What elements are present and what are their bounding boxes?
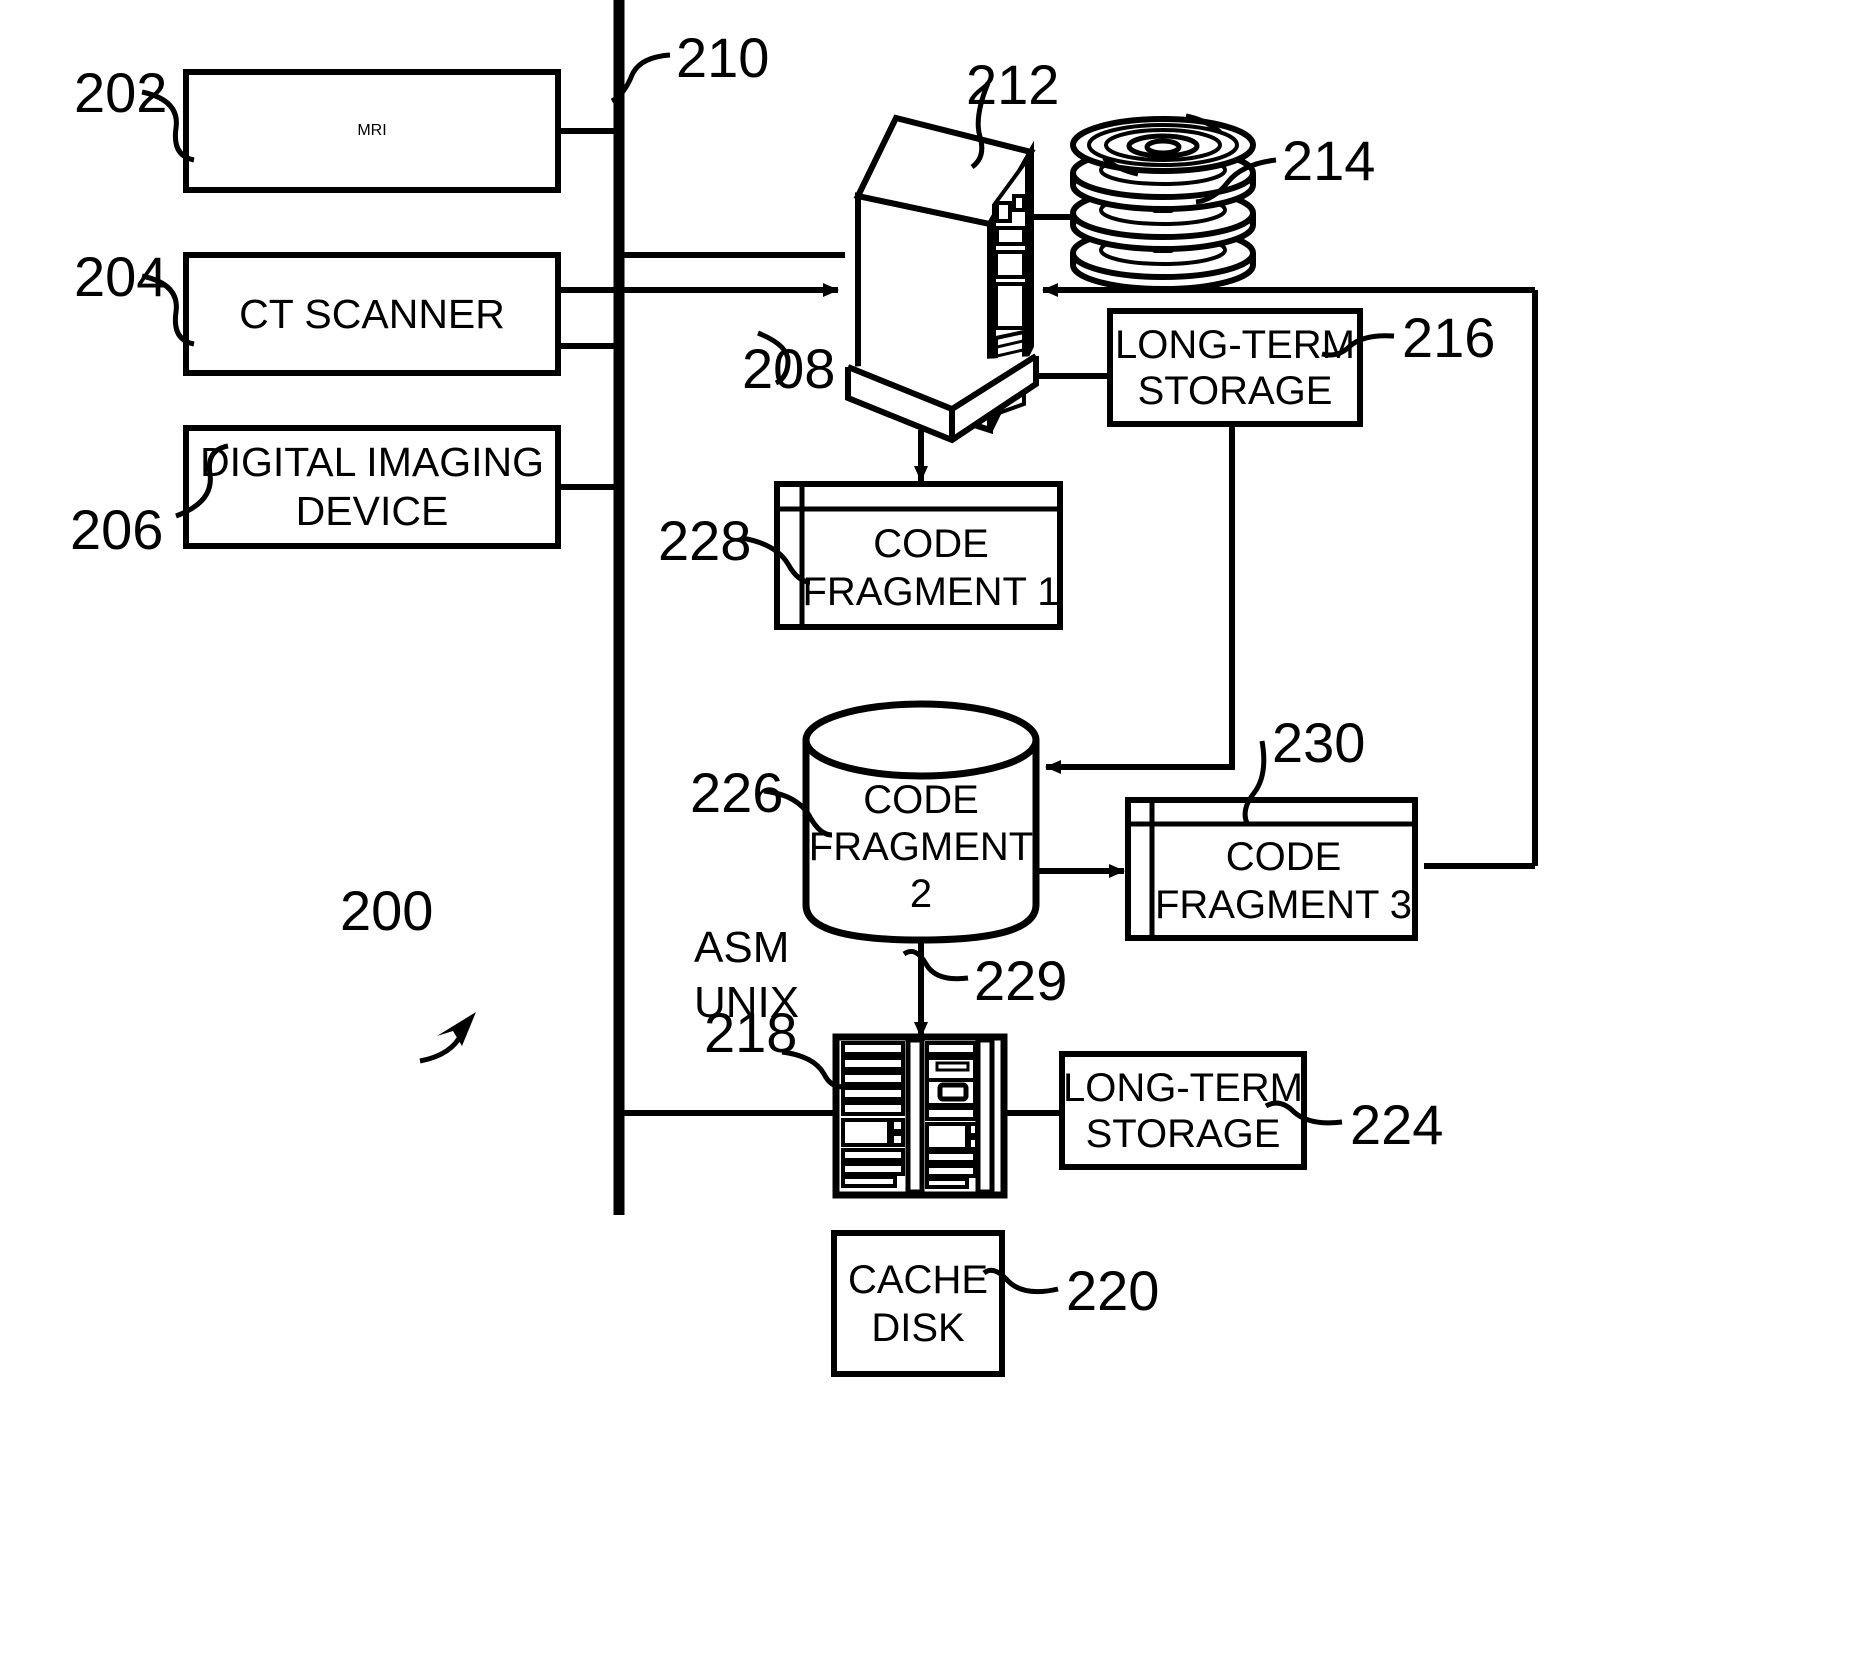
cf3-line1: CODE bbox=[1225, 835, 1342, 879]
cf3-line2: FRAGMENT 3 bbox=[1154, 883, 1413, 927]
ref-204: 204 bbox=[74, 245, 168, 308]
cache-disk-line2: DISK bbox=[871, 1305, 965, 1350]
rack-os-line1: ASM bbox=[694, 923, 790, 972]
ref-216: 216 bbox=[1402, 306, 1496, 369]
long-term-storage-top-label: LONG-TERM STORAGE bbox=[1110, 311, 1360, 424]
lts-top-line2: STORAGE bbox=[1137, 368, 1333, 413]
cf2-line2: FRAGMENT bbox=[808, 824, 1034, 869]
ct-scanner-label: CT SCANNER bbox=[239, 290, 505, 337]
digital-imaging-device-label-line1: DIGITAL IMAGING bbox=[200, 438, 544, 485]
lts-top-line1: LONG-TERM bbox=[1115, 322, 1355, 367]
lts-bottom-line2: STORAGE bbox=[1085, 1111, 1281, 1156]
ref-214: 214 bbox=[1282, 129, 1376, 192]
ref-220: 220 bbox=[1066, 1259, 1160, 1322]
ref-229: 229 bbox=[974, 949, 1068, 1012]
code-fragment-1-label: CODE FRAGMENT 1 bbox=[802, 509, 1060, 627]
storage-rack[interactable] bbox=[832, 1033, 1062, 1199]
ref-218: 218 bbox=[704, 1001, 798, 1064]
cf2-line3: 2 bbox=[909, 872, 933, 917]
ref-224: 224 bbox=[1350, 1093, 1444, 1156]
cache-disk-line1: CACHE bbox=[847, 1257, 989, 1302]
ref-202: 202 bbox=[74, 61, 168, 124]
patent-figure-canvas: MRI CT SCANNER DIGITAL IMAGING DEVICE LO… bbox=[0, 0, 1863, 1659]
cf2-line1: CODE bbox=[863, 777, 979, 822]
ref-228: 228 bbox=[658, 509, 752, 572]
lts-bottom-line1: LONG-TERM bbox=[1063, 1065, 1303, 1110]
code-fragment-3-label: CODE FRAGMENT 3 bbox=[1152, 824, 1415, 938]
ref-210: 210 bbox=[676, 26, 770, 89]
ref-212: 212 bbox=[966, 53, 1060, 116]
long-term-storage-bottom-label: LONG-TERM STORAGE bbox=[1062, 1054, 1304, 1167]
ref-206: 206 bbox=[70, 498, 164, 561]
disk-stack[interactable] bbox=[1031, 113, 1256, 292]
bus-to-server-links bbox=[619, 252, 845, 297]
server-tower[interactable] bbox=[845, 114, 1039, 444]
code-fragment-2-label: CODE FRAGMENT 2 bbox=[806, 760, 1036, 935]
cf1-line2: FRAGMENT 1 bbox=[802, 570, 1060, 614]
mri-label: MRI bbox=[357, 122, 387, 139]
cache-disk-label: CACHE DISK bbox=[834, 1233, 1002, 1374]
ref-200: 200 bbox=[340, 879, 434, 942]
cf1-line1: CODE bbox=[873, 522, 989, 566]
digital-imaging-device-label: DIGITAL IMAGING DEVICE bbox=[186, 428, 558, 546]
storage-to-fragment2-link bbox=[1045, 424, 1235, 774]
digital-imaging-device-label-line2: DEVICE bbox=[295, 488, 449, 534]
ref-230: 230 bbox=[1272, 711, 1366, 774]
ref-226: 226 bbox=[690, 761, 784, 824]
ref-208: 208 bbox=[742, 337, 836, 400]
